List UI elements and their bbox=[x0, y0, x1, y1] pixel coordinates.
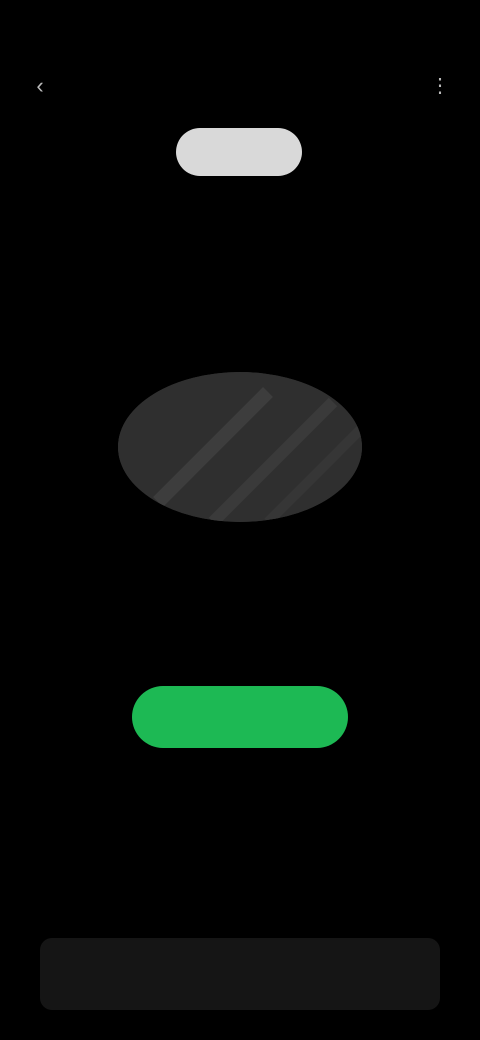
tab-1[interactable] bbox=[36, 128, 160, 176]
top-navigation: ‹ ⋮ bbox=[0, 64, 480, 108]
tab-bar bbox=[0, 128, 480, 176]
tab-4[interactable] bbox=[446, 128, 480, 176]
back-arrow-icon: ‹ bbox=[36, 73, 44, 98]
tab-selected[interactable] bbox=[176, 128, 302, 176]
back-button[interactable]: ‹ bbox=[24, 70, 56, 102]
illustration-graphic bbox=[118, 372, 362, 522]
status-bar bbox=[0, 12, 480, 48]
primary-action-button[interactable] bbox=[132, 686, 348, 748]
more-options-icon: ⋮ bbox=[430, 75, 450, 97]
tab-3[interactable] bbox=[316, 128, 416, 176]
more-options-button[interactable]: ⋮ bbox=[424, 70, 456, 102]
mini-player[interactable] bbox=[40, 938, 440, 1010]
empty-state-illustration bbox=[118, 372, 362, 522]
tab-0[interactable] bbox=[0, 128, 30, 176]
